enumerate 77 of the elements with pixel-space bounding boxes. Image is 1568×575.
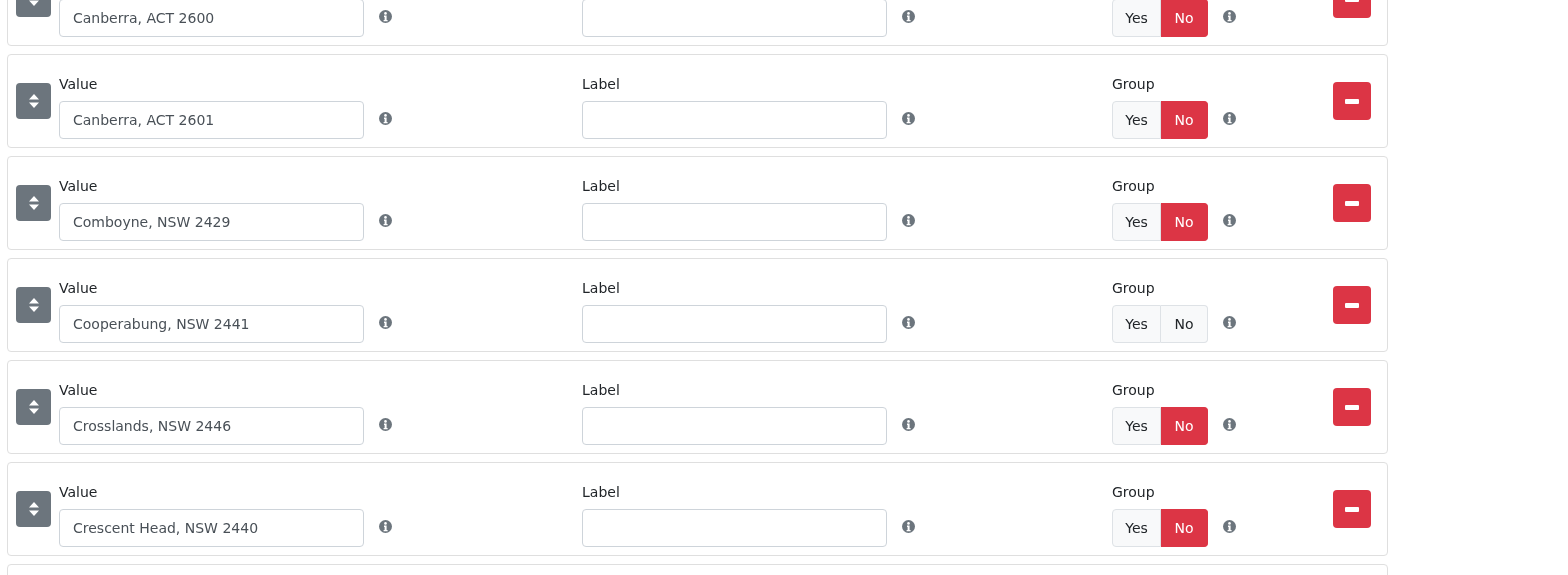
toggle-option[interactable]: Yes	[1112, 203, 1161, 241]
drag-handle[interactable]	[16, 185, 51, 221]
drag-handle[interactable]	[16, 389, 51, 425]
input-field[interactable]	[582, 0, 887, 37]
remove-button[interactable]	[1333, 286, 1371, 324]
sort-icon	[28, 400, 39, 414]
info-icon	[379, 417, 392, 431]
info-icon	[1223, 417, 1236, 431]
info-icon	[1223, 519, 1236, 533]
input-field[interactable]	[582, 305, 887, 343]
input-field[interactable]	[582, 509, 887, 547]
minus-icon	[1345, 200, 1359, 206]
field-label: Value	[59, 279, 98, 298]
field-label: Group	[1112, 381, 1155, 400]
field-label: Value	[59, 381, 98, 400]
input-field[interactable]: Cooperabung, NSW 2441	[59, 305, 364, 343]
toggle-option[interactable]: No	[1161, 0, 1208, 37]
input-field[interactable]	[582, 101, 887, 139]
toggle-option[interactable]: No	[1161, 203, 1208, 241]
toggle-option[interactable]: Yes	[1112, 101, 1161, 139]
input-field[interactable]: Crosslands, NSW 2446	[59, 407, 364, 445]
input-field[interactable]	[582, 407, 887, 445]
field-label: Group	[1112, 75, 1155, 94]
info-icon	[379, 213, 392, 227]
input-field[interactable]	[582, 203, 887, 241]
info-icon	[1223, 213, 1236, 227]
info-icon	[379, 519, 392, 533]
toggle-option[interactable]: Yes	[1112, 509, 1161, 547]
sort-icon	[28, 298, 39, 312]
info-icon	[902, 315, 915, 329]
input-field[interactable]: Crescent Head, NSW 2440	[59, 509, 364, 547]
info-icon	[902, 417, 915, 431]
toggle-option[interactable]: No	[1161, 407, 1208, 445]
minus-icon	[1345, 98, 1359, 104]
info-icon	[902, 111, 915, 125]
info-icon	[902, 519, 915, 533]
field-label: Group	[1112, 483, 1155, 502]
info-icon	[379, 111, 392, 125]
info-icon	[1223, 315, 1236, 329]
sort-icon	[28, 196, 39, 210]
remove-button[interactable]	[1333, 82, 1371, 120]
toggle-option[interactable]: No	[1161, 101, 1208, 139]
toggle-option[interactable]: Yes	[1112, 305, 1161, 343]
toggle-option[interactable]: No	[1161, 509, 1208, 547]
field-label: Label	[582, 177, 620, 196]
info-icon	[1223, 9, 1236, 23]
toggle-option[interactable]: Yes	[1112, 0, 1161, 37]
info-icon	[902, 9, 915, 23]
input-field[interactable]: Canberra, ACT 2601	[59, 101, 364, 139]
toggle-option[interactable]: No	[1161, 305, 1208, 343]
toggle-option[interactable]: Yes	[1112, 407, 1161, 445]
info-icon	[902, 213, 915, 227]
field-label: Group	[1112, 177, 1155, 196]
remove-button[interactable]	[1333, 388, 1371, 426]
sort-icon	[28, 502, 39, 516]
field-label: Value	[59, 483, 98, 502]
remove-button[interactable]	[1333, 184, 1371, 222]
field-label: Label	[582, 483, 620, 502]
field-label: Value	[59, 177, 98, 196]
info-icon	[379, 315, 392, 329]
minus-icon	[1345, 302, 1359, 308]
info-icon	[1223, 111, 1236, 125]
input-field[interactable]: Canberra, ACT 2600	[59, 0, 364, 37]
minus-icon	[1345, 506, 1359, 512]
minus-icon	[1345, 404, 1359, 410]
drag-handle[interactable]	[16, 491, 51, 527]
field-label: Group	[1112, 279, 1155, 298]
field-label: Label	[582, 381, 620, 400]
input-field[interactable]: Comboyne, NSW 2429	[59, 203, 364, 241]
drag-handle[interactable]	[16, 287, 51, 323]
sort-icon	[28, 94, 39, 108]
field-label: Value	[59, 75, 98, 94]
drag-handle[interactable]	[16, 83, 51, 119]
field-label: Label	[582, 75, 620, 94]
field-label: Label	[582, 279, 620, 298]
remove-button[interactable]	[1333, 490, 1371, 528]
info-icon	[379, 9, 392, 23]
